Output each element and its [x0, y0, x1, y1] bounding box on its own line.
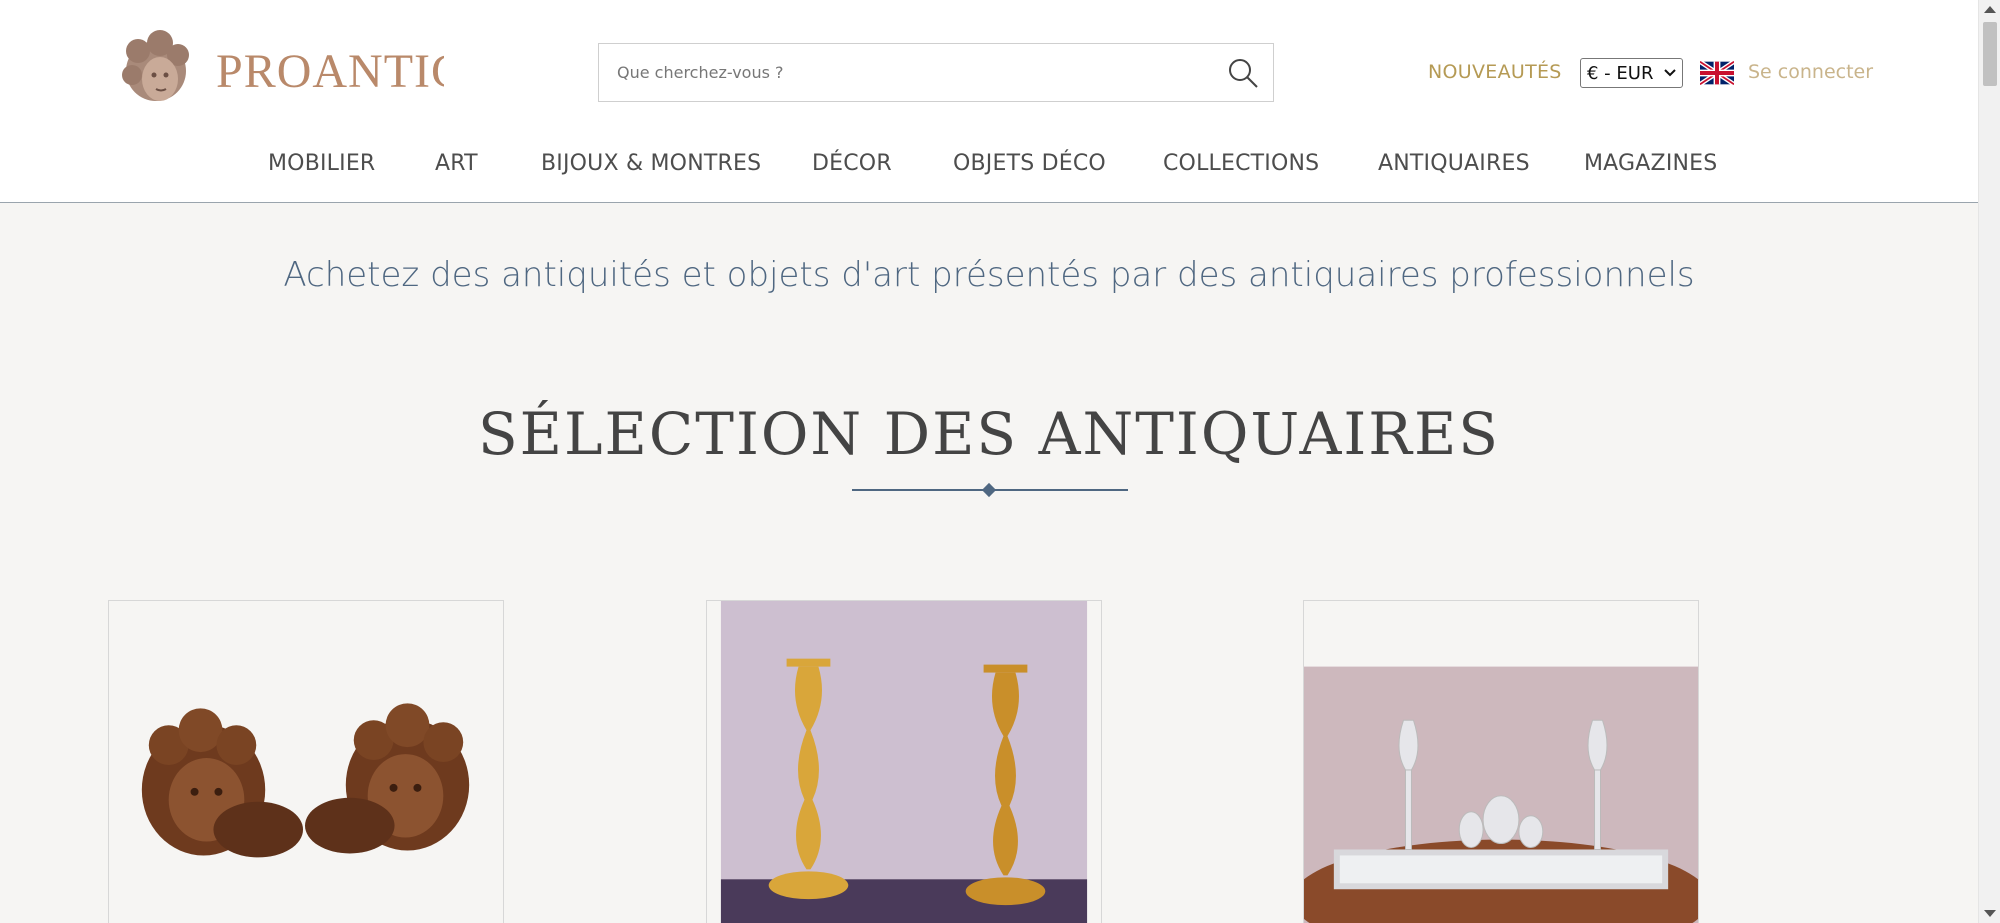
- uk-flag-icon[interactable]: [1698, 59, 1736, 87]
- site-header: PROANTIC NOUVEAUTÉS € - EUR Se connecter…: [0, 0, 1978, 203]
- nav-item-objets-deco[interactable]: OBJETS DÉCO: [953, 151, 1106, 176]
- nav-item-art[interactable]: ART: [435, 151, 478, 176]
- section-title: SÉLECTION DES ANTIQUAIRES: [477, 400, 1501, 468]
- product-image-cherub-heads: [109, 601, 503, 923]
- nav-item-antiquaires[interactable]: ANTIQUAIRES: [1378, 151, 1530, 176]
- login-link[interactable]: Se connecter: [1748, 56, 1873, 88]
- currency-select[interactable]: € - EUR: [1580, 58, 1683, 88]
- search-icon: [1229, 58, 1258, 88]
- antiques-selection: [108, 528, 1850, 923]
- divider-diamond-icon: [981, 482, 997, 498]
- nav-item-collections[interactable]: COLLECTIONS: [1163, 151, 1319, 176]
- product-card[interactable]: [108, 600, 504, 923]
- nav-item-decor[interactable]: DÉCOR: [812, 151, 892, 176]
- search-button[interactable]: [1213, 44, 1273, 101]
- product-image-candlesticks: [707, 601, 1101, 923]
- scroll-down-icon[interactable]: [1984, 910, 1996, 917]
- page-tagline: Achetez des antiquités et objets d'art p…: [283, 255, 1695, 295]
- chevron-down-icon: [1664, 69, 1676, 77]
- product-card[interactable]: [706, 600, 1102, 923]
- search-input[interactable]: [599, 44, 1213, 101]
- scroll-thumb[interactable]: [1983, 22, 1997, 86]
- nav-item-magazines[interactable]: MAGAZINES: [1584, 151, 1717, 176]
- scroll-up-icon[interactable]: [1984, 6, 1996, 13]
- nav-item-bijoux-montres[interactable]: BIJOUX & MONTRES: [541, 151, 761, 176]
- product-image-mirror-plateau: [1304, 601, 1698, 923]
- search-bar: [598, 43, 1274, 102]
- product-card[interactable]: [1303, 600, 1699, 923]
- site-logo[interactable]: PROANTIC: [108, 20, 456, 122]
- currency-value: € - EUR: [1587, 62, 1654, 84]
- nouveautes-link[interactable]: NOUVEAUTÉS: [1428, 56, 1562, 88]
- nav-item-mobilier[interactable]: MOBILIER: [268, 151, 375, 176]
- cherub-logo-icon: [108, 23, 204, 119]
- logo-wordmark: PROANTIC: [216, 44, 444, 98]
- page-scrollbar[interactable]: [1978, 0, 2000, 923]
- main-nav: MOBILIER ART BIJOUX & MONTRES DÉCOR OBJE…: [108, 123, 1850, 203]
